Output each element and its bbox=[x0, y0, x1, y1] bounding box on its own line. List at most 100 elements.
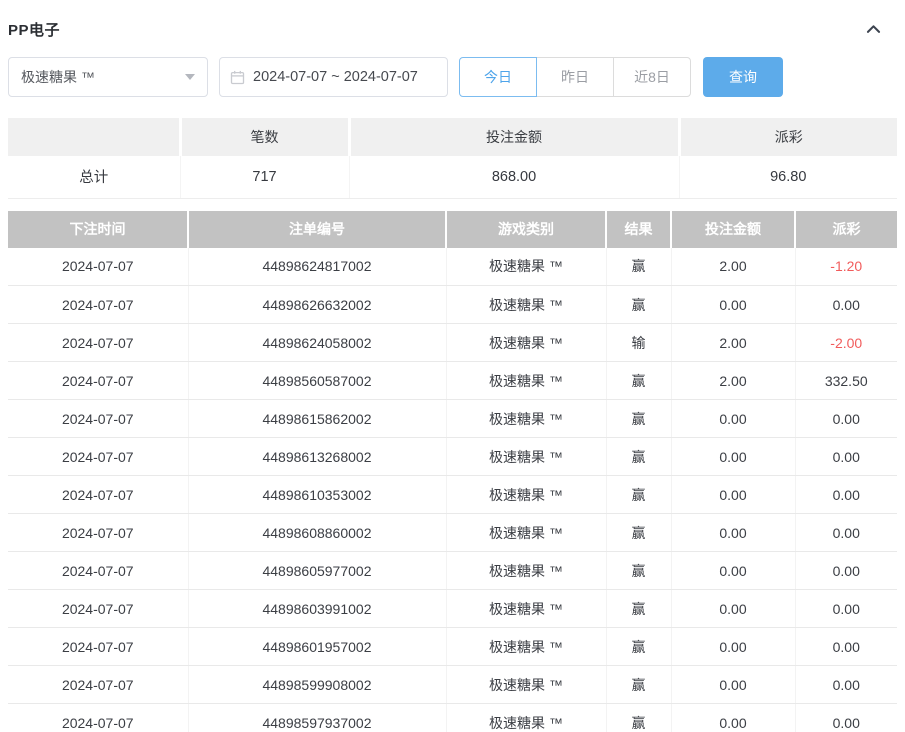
records-header-row: 下注时间 注单编号 游戏类别 结果 投注金额 派彩 bbox=[8, 211, 897, 248]
bet-amount-cell: 0.00 bbox=[671, 476, 795, 514]
bet-time-cell: 2024-07-07 bbox=[8, 286, 188, 324]
result-cell: 赢 bbox=[606, 248, 671, 286]
table-row: 2024-07-07 44898613268002 极速糖果 ™ 赢 0.00 … bbox=[8, 438, 897, 476]
summary-header-bet-amount: 投注金额 bbox=[349, 118, 679, 156]
quick-filter-group: 今日 昨日 近8日 bbox=[459, 57, 691, 97]
payout-cell: 0.00 bbox=[795, 590, 897, 628]
game-type-cell: 极速糖果 ™ bbox=[446, 552, 606, 590]
bet-time-cell: 2024-07-07 bbox=[8, 666, 188, 704]
summary-header-count: 笔数 bbox=[180, 118, 349, 156]
bet-time-cell: 2024-07-07 bbox=[8, 476, 188, 514]
game-type-cell: 极速糖果 ™ bbox=[446, 514, 606, 552]
pp-electronic-panel: PP电子 极速糖果 ™ 2024-07-07 ~ 2024-07-07 bbox=[0, 0, 905, 732]
order-no-cell: 44898626632002 bbox=[188, 286, 446, 324]
bet-time-cell: 2024-07-07 bbox=[8, 704, 188, 732]
result-cell: 输 bbox=[606, 324, 671, 362]
result-cell: 赢 bbox=[606, 286, 671, 324]
panel-header: PP电子 bbox=[8, 0, 897, 44]
bet-amount-cell: 2.00 bbox=[671, 362, 795, 400]
calendar-icon bbox=[230, 70, 245, 85]
bet-time-cell: 2024-07-07 bbox=[8, 324, 188, 362]
header-result: 结果 bbox=[606, 211, 671, 248]
date-range-input[interactable]: 2024-07-07 ~ 2024-07-07 bbox=[219, 57, 448, 97]
header-bet-time: 下注时间 bbox=[8, 211, 188, 248]
game-type-cell: 极速糖果 ™ bbox=[446, 666, 606, 704]
records-table: 下注时间 注单编号 游戏类别 结果 投注金额 派彩 2024-07-07 448… bbox=[8, 211, 897, 732]
bet-time-cell: 2024-07-07 bbox=[8, 628, 188, 666]
result-cell: 赢 bbox=[606, 704, 671, 732]
order-no-cell: 44898608860002 bbox=[188, 514, 446, 552]
header-game-type: 游戏类别 bbox=[446, 211, 606, 248]
order-no-cell: 44898603991002 bbox=[188, 590, 446, 628]
bet-time-cell: 2024-07-07 bbox=[8, 590, 188, 628]
summary-table: 笔数 投注金额 派彩 总计 717 868.00 96.80 bbox=[8, 118, 897, 199]
yesterday-button[interactable]: 昨日 bbox=[536, 57, 614, 97]
result-cell: 赢 bbox=[606, 552, 671, 590]
table-row: 2024-07-07 44898624058002 极速糖果 ™ 输 2.00 … bbox=[8, 324, 897, 362]
payout-cell: 0.00 bbox=[795, 514, 897, 552]
header-bet-amount: 投注金额 bbox=[671, 211, 795, 248]
summary-total-label: 总计 bbox=[8, 156, 180, 198]
order-no-cell: 44898605977002 bbox=[188, 552, 446, 590]
table-row: 2024-07-07 44898615862002 极速糖果 ™ 赢 0.00 … bbox=[8, 400, 897, 438]
bet-amount-cell: 0.00 bbox=[671, 704, 795, 732]
summary-header-row: 笔数 投注金额 派彩 bbox=[8, 118, 897, 156]
payout-cell: 0.00 bbox=[795, 666, 897, 704]
game-type-cell: 极速糖果 ™ bbox=[446, 362, 606, 400]
bet-amount-cell: 0.00 bbox=[671, 590, 795, 628]
game-select[interactable]: 极速糖果 ™ bbox=[8, 57, 208, 97]
table-row: 2024-07-07 44898599908002 极速糖果 ™ 赢 0.00 … bbox=[8, 666, 897, 704]
order-no-cell: 44898597937002 bbox=[188, 704, 446, 732]
order-no-cell: 44898610353002 bbox=[188, 476, 446, 514]
table-row: 2024-07-07 44898624817002 极速糖果 ™ 赢 2.00 … bbox=[8, 248, 897, 286]
header-payout: 派彩 bbox=[795, 211, 897, 248]
summary-total-payout: 96.80 bbox=[679, 156, 897, 198]
summary-header-blank bbox=[8, 118, 180, 156]
order-no-cell: 44898601957002 bbox=[188, 628, 446, 666]
payout-cell: 332.50 bbox=[795, 362, 897, 400]
bet-time-cell: 2024-07-07 bbox=[8, 248, 188, 286]
payout-cell: 0.00 bbox=[795, 400, 897, 438]
payout-cell: 0.00 bbox=[795, 628, 897, 666]
game-type-cell: 极速糖果 ™ bbox=[446, 248, 606, 286]
table-row: 2024-07-07 44898603991002 极速糖果 ™ 赢 0.00 … bbox=[8, 590, 897, 628]
game-type-cell: 极速糖果 ™ bbox=[446, 400, 606, 438]
payout-cell: 0.00 bbox=[795, 476, 897, 514]
result-cell: 赢 bbox=[606, 666, 671, 704]
summary-header-payout: 派彩 bbox=[679, 118, 897, 156]
bet-time-cell: 2024-07-07 bbox=[8, 400, 188, 438]
order-no-cell: 44898599908002 bbox=[188, 666, 446, 704]
summary-total-bet-amount: 868.00 bbox=[349, 156, 679, 198]
game-type-cell: 极速糖果 ™ bbox=[446, 324, 606, 362]
order-no-cell: 44898624817002 bbox=[188, 248, 446, 286]
chevron-up-icon bbox=[864, 20, 883, 39]
filter-bar: 极速糖果 ™ 2024-07-07 ~ 2024-07-07 今日 昨日 近8日… bbox=[8, 57, 897, 97]
payout-cell: -1.20 bbox=[795, 248, 897, 286]
bet-amount-cell: 0.00 bbox=[671, 628, 795, 666]
game-type-cell: 极速糖果 ™ bbox=[446, 438, 606, 476]
bet-time-cell: 2024-07-07 bbox=[8, 552, 188, 590]
result-cell: 赢 bbox=[606, 400, 671, 438]
result-cell: 赢 bbox=[606, 590, 671, 628]
bet-amount-cell: 0.00 bbox=[671, 400, 795, 438]
today-button[interactable]: 今日 bbox=[459, 57, 537, 97]
summary-total-row: 总计 717 868.00 96.80 bbox=[8, 156, 897, 198]
game-type-cell: 极速糖果 ™ bbox=[446, 476, 606, 514]
payout-cell: 0.00 bbox=[795, 704, 897, 732]
header-order-no: 注单编号 bbox=[188, 211, 446, 248]
result-cell: 赢 bbox=[606, 362, 671, 400]
bet-time-cell: 2024-07-07 bbox=[8, 514, 188, 552]
result-cell: 赢 bbox=[606, 438, 671, 476]
query-button[interactable]: 查询 bbox=[703, 57, 783, 97]
records-table-wrap: 下注时间 注单编号 游戏类别 结果 投注金额 派彩 2024-07-07 448… bbox=[8, 211, 897, 732]
result-cell: 赢 bbox=[606, 514, 671, 552]
bet-amount-cell: 0.00 bbox=[671, 438, 795, 476]
payout-cell: 0.00 bbox=[795, 438, 897, 476]
bet-time-cell: 2024-07-07 bbox=[8, 438, 188, 476]
table-row: 2024-07-07 44898605977002 极速糖果 ™ 赢 0.00 … bbox=[8, 552, 897, 590]
collapse-button[interactable] bbox=[860, 18, 887, 41]
game-type-cell: 极速糖果 ™ bbox=[446, 590, 606, 628]
bet-amount-cell: 0.00 bbox=[671, 286, 795, 324]
game-type-cell: 极速糖果 ™ bbox=[446, 704, 606, 732]
last-8-days-button[interactable]: 近8日 bbox=[613, 57, 691, 97]
